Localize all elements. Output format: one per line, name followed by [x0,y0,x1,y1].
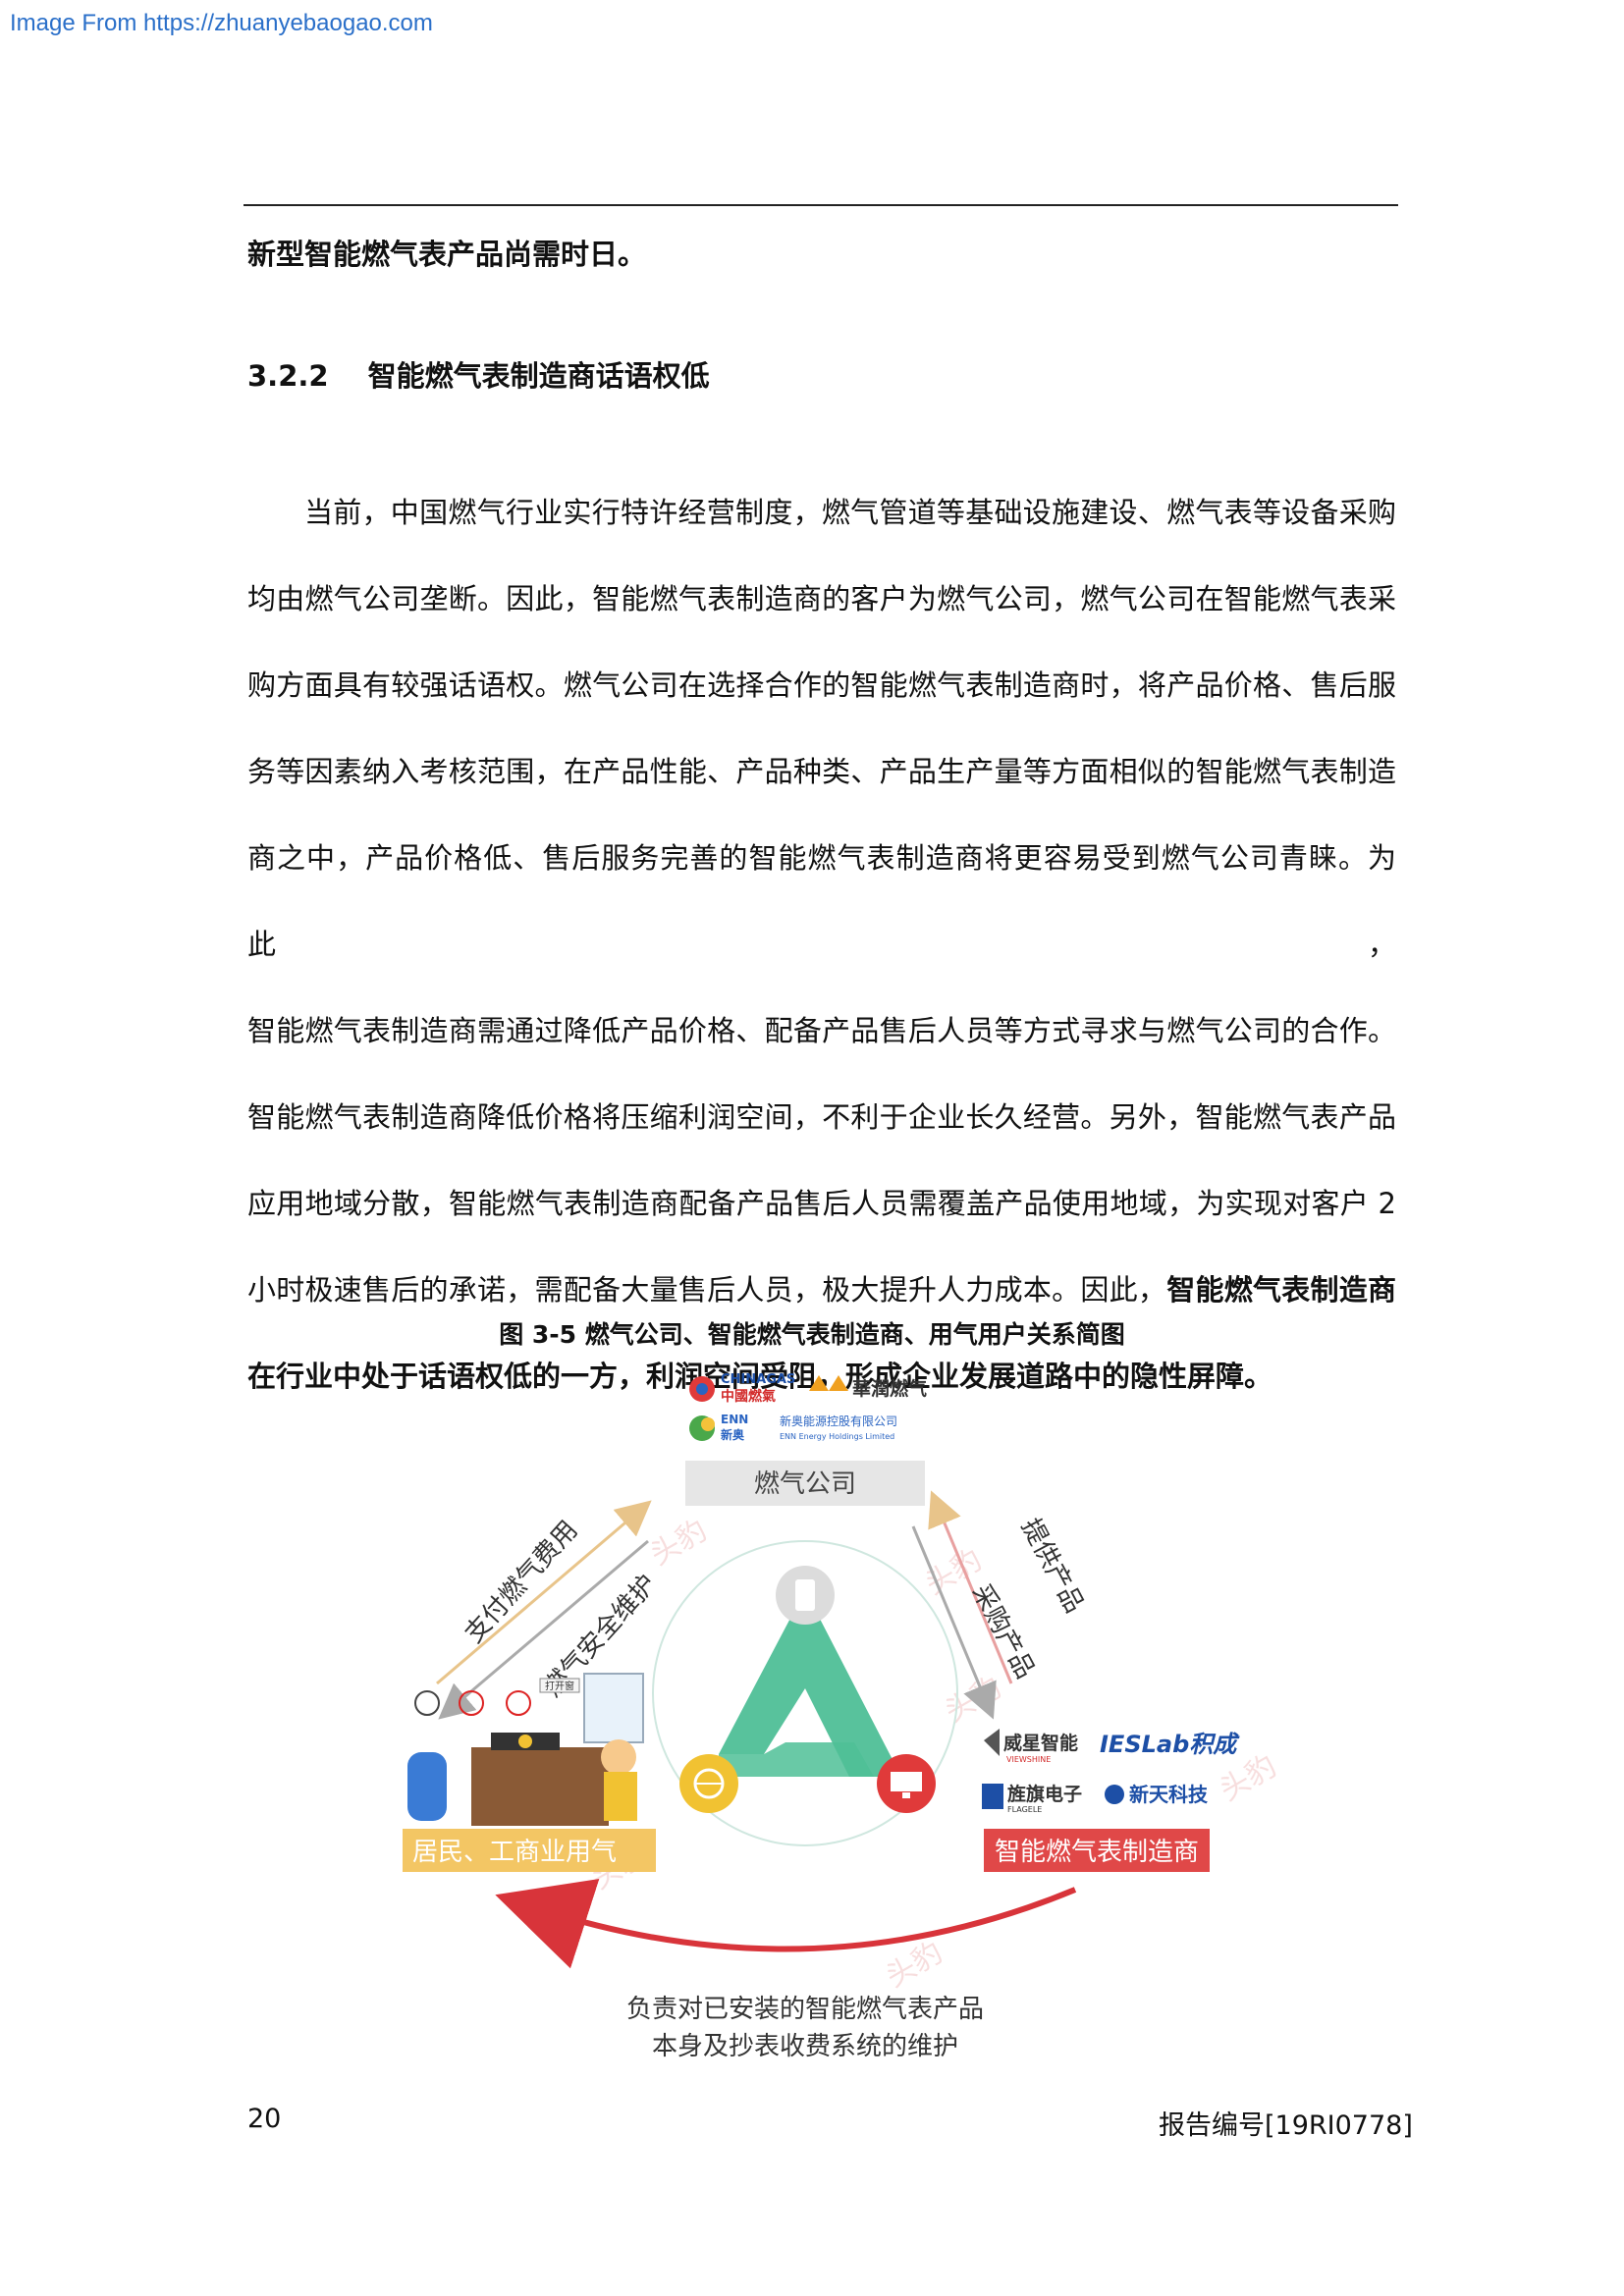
child-icon [601,1739,636,1775]
gas-cylinder-icon [407,1752,447,1821]
users-label: 居民、工商业用气 [412,1838,617,1867]
figure-caption: 图 3-5 燃气公司、智能燃气表制造商、用气用户关系简图 [499,1320,1125,1349]
purchase-products-label: 采购产品 [966,1579,1040,1683]
manufacturer-logos: 威星智能 VIEWSHINE IESLab积成 旌旗电子 FLAGELE 新天科… [982,1729,1240,1814]
gas-company-label: 燃气公司 [754,1469,856,1499]
pay-fee-label: 支付燃气费用 [460,1516,584,1649]
enn-logo-name-cn: 新奥能源控股有限公司 [780,1414,897,1428]
maintenance-label-line2: 本身及抄表收费系统的维护 [652,2032,958,2061]
maintenance-arrow [495,1878,1077,1969]
paragraph-line-normal: 小时极速售后的承诺，需配备大量售后人员，极大提升人力成本。因此， [247,1273,1167,1307]
figure-svg: 头豹 头豹 头豹 头豹 头豹 头豹 头豹 CHINAGAS 中國燃氣 華潤燃气 … [218,1372,1282,2061]
section-title: 智能燃气表制造商话语权低 [367,359,710,393]
section-heading: 3.2.2 智能燃气表制造商话语权低 [247,353,710,395]
paragraph-line: 应用地域分散，智能燃气表制造商配备产品售后人员需覆盖产品使用地域，为实现对客户 … [247,1187,1396,1220]
stove-cabinet-icon [471,1747,609,1826]
enn-logo-cn: 新奥 [721,1427,745,1442]
paragraph-emphasis: 智能燃气表制造商 [1166,1273,1396,1307]
window-sign-text: 打开窗 [545,1680,574,1692]
chinagas-logo-en: CHINAGAS [721,1372,795,1387]
huarun-logo-icon [809,1375,848,1391]
viewshine-logo-en: VIEWSHINE [1006,1755,1051,1764]
xintian-logo-text: 新天科技 [1129,1783,1209,1806]
flagele-logo-cn: 旌旗电子 [1007,1783,1082,1805]
watermark: 头豹 [881,1936,948,1995]
paragraph-line: 当前，中国燃气行业实行特许经营制度，燃气管道等基础设施建设、燃气表等设备采购 [304,496,1396,529]
paragraph-line: 商之中，产品价格低、售后服务完善的智能燃气表制造商将更容易受到燃气公司青睐。为此… [247,841,1396,961]
no-fire-icon [459,1690,484,1716]
chinagas-logo-cn: 中國燃氣 [721,1388,776,1405]
flagele-logo-en: FLAGELE [1007,1805,1042,1814]
manufacturer-label: 智能燃气表制造商 [995,1838,1199,1867]
paragraph-line: 智能燃气表制造商降低价格将压缩利润空间，不利于企业长久经营。另外，智能燃气表产品 [247,1100,1396,1134]
window-icon [583,1673,644,1743]
paragraph-line: 务等因素纳入考核范围，在产品性能、产品种类、产品生产量等方面相似的智能燃气表制造 [247,755,1396,788]
huarun-logo-text: 華潤燃气 [852,1377,927,1400]
watermark: 头豹 [940,1671,1007,1730]
header-rule [244,204,1398,206]
enn-logo-name-en: ENN Energy Holdings Limited [780,1432,894,1441]
ieslab-logo: IESLab积成 [1100,1731,1240,1758]
section-number: 3.2.2 [247,359,329,393]
watermark: 头豹 [645,1514,713,1573]
paragraph-line: 购方面具有较强话语权。燃气公司在选择合作的智能燃气表制造商时，将产品价格、售后服 [247,668,1396,702]
report-id: 报告编号[19RI0778] [1159,2110,1413,2141]
maintenance-label-line1: 负责对已安装的智能燃气表产品 [626,1995,984,2024]
paragraph-line: 均由燃气公司垄断。因此，智能燃气表制造商的客户为燃气公司，燃气公司在智能燃气表采 [247,582,1396,615]
relationship-figure: 头豹 头豹 头豹 头豹 头豹 头豹 头豹 CHINAGAS 中國燃氣 華潤燃气 … [218,1360,1306,2086]
paragraph-line: 智能燃气表制造商需通过降低产品价格、配备产品售后人员等方式寻求与燃气公司的合作。 [247,1014,1396,1047]
lead-line: 新型智能燃气表产品尚需时日。 [247,238,647,271]
viewshine-logo-icon [984,1729,1000,1756]
no-smoking-icon [414,1690,440,1716]
viewshine-logo-cn: 威星智能 [1003,1732,1078,1754]
flagele-logo-icon [982,1784,1003,1809]
source-link[interactable]: Image From https://zhuanyebaogao.com [10,10,433,37]
body-paragraph: 当前，中国燃气行业实行特许经营制度，燃气管道等基础设施建设、燃气表等设备采购 均… [247,469,1396,1419]
gas-company-logos: CHINAGAS 中國燃氣 華潤燃气 ENN 新奥 新奥能源控股有限公司 ENN… [689,1372,927,1442]
xintian-logo-icon [1105,1785,1124,1804]
pay-fee-arrow [436,1500,652,1685]
enn-logo-en: ENN [721,1413,748,1426]
page-number: 20 [247,2104,282,2134]
users-scene: 打开窗 [407,1673,644,1826]
provide-products-label: 提供产品 [1015,1514,1089,1618]
no-flame-icon [506,1690,531,1716]
